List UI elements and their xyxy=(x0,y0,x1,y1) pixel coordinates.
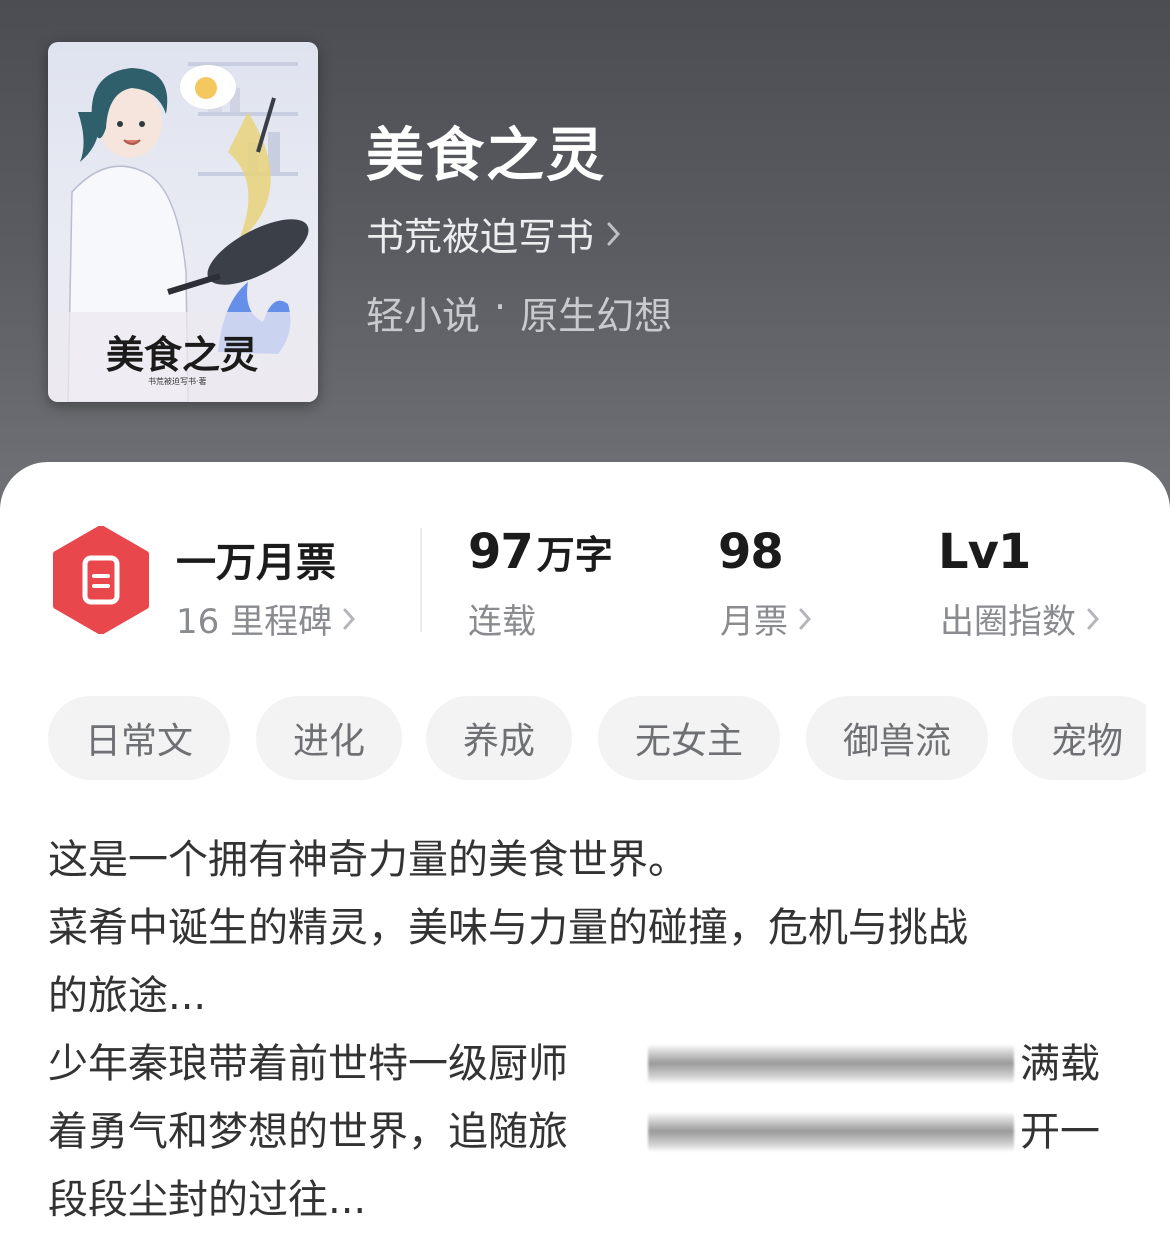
tag-chip[interactable]: 无女主 xyxy=(598,696,780,780)
category: 轻小说 xyxy=(366,294,481,338)
tag-chip[interactable]: 养成 xyxy=(426,696,572,780)
synopsis-text: 少年秦琅带着前世特一级厨师 xyxy=(48,1041,568,1087)
redaction-blur xyxy=(648,1112,1014,1152)
cover-illustration: 美食之灵 书荒被迫写书·著 xyxy=(48,62,318,402)
monthly-tickets: 98 xyxy=(718,524,784,580)
tag-list: 日常文 进化 养成 无女主 御兽流 宠物 xyxy=(48,696,1146,782)
synopsis-line: 段段尘封的过往... xyxy=(48,1177,367,1223)
tag-chip[interactable]: 日常文 xyxy=(48,696,230,780)
synopsis-line: 菜肴中诞生的精灵，美味与力量的碰撞，危机与挑战 xyxy=(48,905,968,951)
stats-divider xyxy=(420,528,422,632)
monthly-tickets-link[interactable]: 月票 xyxy=(720,594,812,643)
synopsis-line: 着勇气和梦想的世界，追随旅 开一 xyxy=(48,1098,1108,1166)
author-name: 书荒被迫写书 xyxy=(366,215,595,259)
genre-row: 轻小说 · 原生幻想 xyxy=(366,285,672,340)
word-count-number: 97 xyxy=(468,524,534,580)
milestone-link[interactable]: 16 里程碑 xyxy=(176,594,356,643)
serial-status-label: 连载 xyxy=(468,602,536,642)
book-cover[interactable]: 美食之灵 书荒被迫写书·著 xyxy=(48,42,318,402)
cover-author-art: 书荒被迫写书·著 xyxy=(148,376,207,386)
synopsis-line: 这是一个拥有神奇力量的美食世界。 xyxy=(48,837,688,883)
ticket-icon[interactable] xyxy=(52,526,150,634)
word-count-unit: 万字 xyxy=(536,533,613,577)
redaction-blur xyxy=(648,1044,1014,1084)
author-link[interactable]: 书荒被迫写书 xyxy=(366,206,622,261)
tag-chip[interactable]: 进化 xyxy=(256,696,402,780)
synopsis[interactable]: 这是一个拥有神奇力量的美食世界。 菜肴中诞生的精灵，美味与力量的碰撞，危机与挑战… xyxy=(48,826,1108,1234)
cover-title-art: 美食之灵 xyxy=(106,332,258,377)
chevron-right-icon xyxy=(343,608,356,629)
influence-index-label: 出圈指数 xyxy=(940,602,1076,642)
tag-chip[interactable]: 宠物 xyxy=(1012,696,1146,780)
synopsis-line: 少年秦琅带着前世特一级厨师 满载 xyxy=(48,1030,1108,1098)
genre-separator: · xyxy=(494,285,507,329)
synopsis-text: 着勇气和梦想的世界，追随旅 xyxy=(48,1109,568,1155)
serial-status: 连载 xyxy=(468,594,536,643)
tag-chip[interactable]: 御兽流 xyxy=(806,696,988,780)
chevron-right-icon xyxy=(1087,608,1100,629)
influence-index-link[interactable]: 出圈指数 xyxy=(940,594,1100,643)
word-count: 97 万字 xyxy=(468,524,613,580)
influence-level-value: Lv1 xyxy=(938,524,1031,580)
synopsis-text: 满载 xyxy=(1020,1041,1100,1087)
milestone-label: 16 里程碑 xyxy=(176,602,333,642)
monthly-tickets-label: 月票 xyxy=(720,602,788,642)
chevron-right-icon xyxy=(607,222,621,245)
book-title: 美食之灵 xyxy=(366,121,607,189)
monthly-tickets-number: 98 xyxy=(718,524,784,580)
synopsis-line: 的旅途... xyxy=(48,973,207,1019)
detail-sheet: 一万月票 16 里程碑 97 万字 连载 98 月票 Lv1 出圈指数 日常文 进… xyxy=(0,462,1170,1240)
subcategory: 原生幻想 xyxy=(520,294,673,338)
influence-level: Lv1 xyxy=(938,524,1031,580)
monthly-ticket-tier: 一万月票 xyxy=(176,540,336,586)
synopsis-text: 开一 xyxy=(1020,1109,1100,1155)
chevron-right-icon xyxy=(799,608,812,629)
